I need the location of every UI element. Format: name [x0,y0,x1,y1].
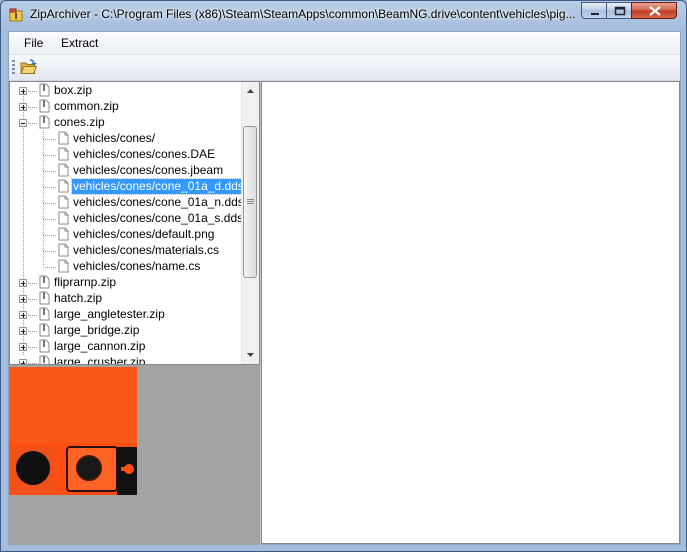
tree-label: large_angletester.zip [54,307,165,321]
tree-label: vehicles/cones/default.png [73,227,215,241]
tree-label: common.zip [54,99,119,113]
zip-file-icon [39,323,50,337]
tree-node[interactable]: large_bridge.zip [10,323,242,339]
tree-node-selected[interactable]: vehicles/cones/cone_01a_d.dds [10,178,246,195]
toolbar-grip[interactable] [12,60,15,75]
tree-label: large_cannon.zip [54,339,146,353]
tree-node[interactable]: vehicles/cones/cone_01a_n.dds [10,195,244,211]
maximize-icon [614,6,626,16]
texture-preview-image [9,367,137,495]
open-folder-icon[interactable] [19,58,38,77]
file-icon [58,179,69,193]
file-icon [58,131,69,145]
menu-file[interactable]: File [18,35,49,51]
minimize-icon [591,13,599,15]
tree-label: vehicles/cones/materials.cs [73,243,220,257]
expand-toggle[interactable] [19,87,27,95]
archive-tree[interactable]: box.zip common.zip cones.zip vehicles/co… [9,81,260,365]
tree-scrollbar[interactable] [241,82,259,364]
zip-file-icon [39,275,50,289]
expand-toggle[interactable] [19,295,27,303]
scroll-down-icon[interactable] [243,347,258,363]
title-bar[interactable]: ZipArchiver - C:\Program Files (x86)\Ste… [1,1,686,29]
tree-label: large_bridge.zip [54,323,140,337]
expand-toggle[interactable] [19,279,27,287]
zip-file-icon [39,307,50,321]
tree-label: vehicles/cones/name.cs [73,259,201,273]
close-button[interactable] [631,2,677,19]
tree-node[interactable]: vehicles/cones/materials.cs [10,243,242,259]
file-icon [58,211,69,225]
tree-label: cones.zip [54,115,105,129]
file-icon [58,259,69,273]
tree-label: fliprarnp.zip [54,275,117,289]
zip-file-icon [39,339,50,353]
zip-file-icon [39,291,50,305]
tree-label: vehicles/cones/cone_01a_d.dds [71,178,246,195]
toolbar [9,55,680,81]
menu-extract[interactable]: Extract [55,35,104,51]
tree-label: large_crusher.zip [54,355,146,365]
tree-label: vehicles/cones/cones.DAE [73,147,216,161]
zip-file-icon [39,115,50,129]
tree-node[interactable]: large_cannon.zip [10,339,242,355]
tree-node[interactable]: common.zip [10,99,242,115]
collapse-toggle[interactable] [19,119,27,127]
tree-node[interactable]: vehicles/cones/cones.jbeam [10,163,242,179]
tree-node[interactable]: vehicles/cones/name.cs [10,259,242,275]
tree-node[interactable]: vehicles/cones/default.png [10,227,242,243]
tree-node[interactable]: box.zip [10,83,242,99]
tree-label: vehicles/cones/cone_01a_n.dds [73,195,244,209]
texture-preview-panel [9,365,260,545]
tree-label: hatch.zip [54,291,103,305]
tree-node[interactable]: vehicles/cones/cone_01a_s.dds [10,211,244,227]
tree-label: box.zip [54,83,93,97]
expand-toggle[interactable] [19,327,27,335]
expand-toggle[interactable] [19,103,27,111]
close-icon [649,6,661,16]
window-title: ZipArchiver - C:\Program Files (x86)\Ste… [30,7,576,21]
tree-node[interactable]: vehicles/cones/ [10,131,242,147]
tree-label: vehicles/cones/ [73,131,156,145]
minimize-button[interactable] [581,2,607,19]
file-icon [58,147,69,161]
tree-label: vehicles/cones/cones.jbeam [73,163,224,177]
expand-toggle[interactable] [19,311,27,319]
zip-file-icon [39,83,50,97]
maximize-button[interactable] [606,2,632,19]
zip-archive-icon [9,8,23,22]
file-icon [58,227,69,241]
tree-node[interactable]: vehicles/cones/cones.DAE [10,147,242,163]
scroll-thumb[interactable] [243,126,257,278]
expand-toggle[interactable] [19,343,27,351]
file-icon [58,243,69,257]
menu-bar: File Extract [9,32,680,55]
tree-node[interactable]: cones.zip [10,115,242,131]
tree-node[interactable]: large_crusher.zip [10,355,242,365]
zip-file-icon [39,99,50,113]
tree-node[interactable]: fliprarnp.zip [10,275,242,291]
details-pane[interactable] [261,81,680,544]
scroll-up-icon[interactable] [243,83,258,99]
client-area: File Extract box.zip common.zip cones.zi… [8,31,681,546]
tree-node[interactable]: hatch.zip [10,291,242,307]
file-icon [58,195,69,209]
tree-node[interactable]: large_angletester.zip [10,307,242,323]
zip-file-icon [39,355,50,364]
file-icon [58,163,69,177]
tree-label: vehicles/cones/cone_01a_s.dds [73,211,244,225]
app-window: ZipArchiver - C:\Program Files (x86)\Ste… [0,0,687,552]
